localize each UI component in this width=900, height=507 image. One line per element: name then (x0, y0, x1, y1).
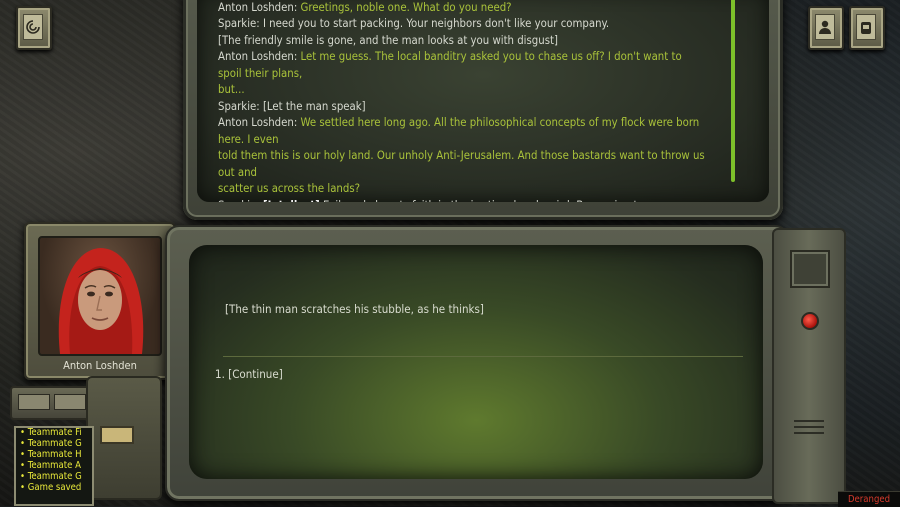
line-text: [The friendly smile is gone, and the man… (218, 33, 558, 47)
vent-grill (794, 432, 824, 434)
left-console (86, 376, 162, 500)
speaker-name: Anton Loshden: (218, 116, 301, 129)
dialog-log-line: Sparkie: [Let the man speak] (218, 99, 708, 116)
speaker-name: Sparkie: (218, 17, 263, 30)
side-panel-button[interactable] (790, 250, 830, 288)
dialog-log-line: but... (218, 82, 708, 99)
message-log[interactable]: • Teammate Fi • Teammate G • Teammate H • T… (14, 426, 94, 506)
dialog-log-line: told them this is our holy land. Our unh… (218, 148, 708, 181)
dialogue-screen: [The thin man scratches his stubble, as … (189, 245, 763, 479)
inventory-button[interactable] (849, 6, 885, 50)
dialog-log-line: [The friendly smile is gone, and the man… (218, 33, 708, 50)
dialog-log-screen[interactable]: you were an old friend]Anton Loshden: Gr… (197, 0, 769, 202)
dialogue-monitor: [The thin man scratches his stubble, as … (165, 225, 789, 501)
dialog-log-scrollbar[interactable] (731, 0, 735, 182)
red-indicator-light (801, 312, 819, 330)
toggle-switch[interactable] (100, 426, 134, 444)
message-log-entry: • Teammate A (20, 459, 81, 471)
dialog-log-line: Anton Loshden: We settled here long ago.… (218, 115, 708, 148)
dialog-log-line: scatter us across the lands? (218, 181, 708, 198)
dialog-log-line: Sparkie: [Intellect] Exile only boosts f… (218, 198, 708, 203)
speaker-name: Sparkie: (218, 199, 263, 203)
dialog-log-line: Anton Loshden: Greetings, noble one. Wha… (218, 0, 708, 16)
npc-portrait (38, 236, 162, 356)
log-tab[interactable] (18, 394, 50, 410)
side-control-panel (772, 228, 846, 504)
skill-check-tag: [Intellect] (263, 199, 320, 203)
log-tabs (10, 386, 94, 420)
npc-dialogue-text: [The thin man scratches his stubble, as … (225, 302, 484, 316)
dialog-log-line: Anton Loshden: Let me guess. The local b… (218, 49, 708, 82)
dialog-log-monitor: you were an old friend]Anton Loshden: Gr… (183, 0, 783, 220)
message-log-entry: • Teammate G (20, 470, 82, 482)
portrait-frame: Anton Loshden (24, 222, 176, 380)
backpack-icon (856, 14, 876, 40)
vent-grill (794, 420, 824, 422)
speaker-name: Anton Loshden: (218, 50, 301, 63)
dialogue-divider (223, 356, 743, 357)
message-log-entry: • Game saved (20, 481, 82, 493)
character-button[interactable] (808, 6, 844, 50)
vent-grill (794, 426, 824, 428)
npc-line-text: told them this is our holy land. Our unh… (218, 149, 705, 179)
npc-line-text: but... (218, 83, 245, 96)
npc-name: Anton Loshden (63, 359, 137, 372)
status-label: Deranged (838, 491, 900, 507)
speaker-name: Anton Loshden: (218, 0, 301, 14)
dialogue-option-continue[interactable]: 1. [Continue] (215, 367, 283, 381)
line-text: [Let the man speak] (262, 99, 366, 113)
swirl-icon (23, 14, 43, 40)
line-text: I need you to start packing. Your neighb… (262, 17, 610, 30)
person-icon (815, 14, 835, 40)
log-tab[interactable] (54, 394, 86, 410)
dialog-log-lines: you were an old friend]Anton Loshden: Gr… (218, 0, 708, 203)
speaker-name: Sparkie: (218, 99, 263, 113)
npc-line-text: Greetings, noble one. What do you need? (300, 0, 512, 14)
npc-line-text: scatter us across the lands? (218, 182, 361, 195)
menu-button[interactable] (16, 6, 52, 50)
dialog-log-line: Sparkie: I need you to start packing. Yo… (218, 16, 708, 33)
